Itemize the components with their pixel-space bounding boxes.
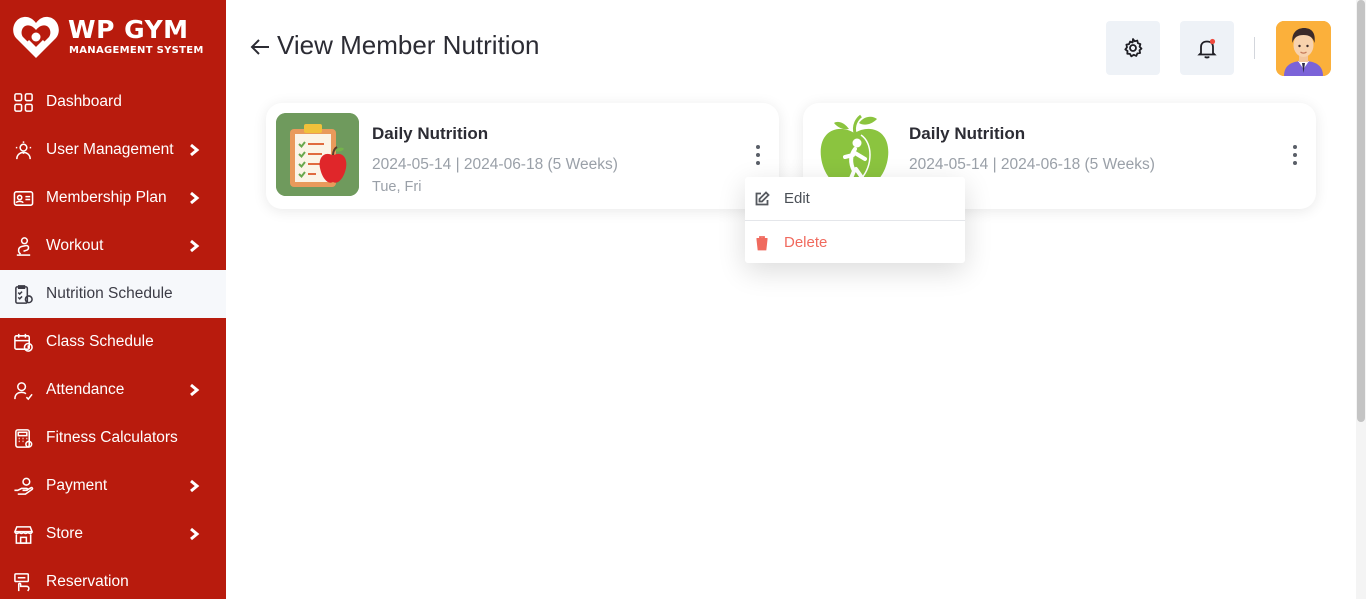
trash-icon [756,235,768,250]
chevron-right-icon [187,383,201,397]
delete-menu-item[interactable]: Delete [745,221,965,264]
id-card-icon [12,187,34,209]
sidebar-item-label: Workout [46,237,104,254]
gear-icon [1124,38,1143,58]
logo-heart-icon [13,16,59,58]
kebab-dot [1293,161,1297,165]
brand-name: WP GYM [68,15,189,44]
header-divider [1254,37,1255,59]
bell-icon [1197,38,1217,59]
avatar[interactable] [1276,21,1331,76]
sidebar-item-membership-plan[interactable]: Membership Plan [0,174,226,222]
sidebar-item-label: Payment [46,477,108,494]
sidebar-item-store[interactable]: Store [0,510,226,558]
page-title: View Member Nutrition [277,30,540,60]
kebab-dot [756,161,760,165]
sidebar-item-label: Store [46,525,84,542]
app-window: WP GYM MANAGEMENT SYSTEM Dashboard User … [0,0,1366,599]
chevron-right-icon [187,143,201,157]
workout-icon [12,235,34,257]
sidebar-item-payment[interactable]: Payment [0,462,226,510]
edit-menu-item[interactable]: Edit [745,177,965,220]
grid-icon [12,91,34,113]
delete-label: Delete [784,234,828,251]
hand-coin-icon [12,475,34,497]
kebab-dot [756,153,760,157]
more-options-button[interactable] [1289,145,1301,169]
card-dates: 2024-05-14 | 2024-06-18 (5 Weeks) [372,156,618,173]
sidebar-item-label: Dashboard [46,93,122,110]
brand-logo[interactable]: WP GYM MANAGEMENT SYSTEM [12,14,222,60]
card-days: Tue, Fri [372,179,422,195]
back-arrow-icon[interactable] [249,36,271,58]
sidebar-item-nutrition-schedule[interactable]: Nutrition Schedule [0,270,226,318]
edit-icon [755,190,770,205]
brand-subtitle: MANAGEMENT SYSTEM [69,45,204,56]
edit-label: Edit [784,190,810,207]
user-check-icon [12,379,34,401]
chevron-right-icon [187,191,201,205]
store-icon [12,523,34,545]
sidebar-item-label: Fitness Calculators [46,429,178,446]
sidebar-item-label: Attendance [46,381,125,398]
chevron-right-icon [187,479,201,493]
scrollbar-thumb[interactable] [1357,0,1365,422]
nutrition-card[interactable]: Daily Nutrition 2024-05-14 | 2024-06-18 … [266,103,779,209]
user-avatar-icon [1276,21,1331,76]
notifications-button[interactable] [1180,21,1234,75]
sidebar-item-reservation[interactable]: Reservation [0,558,226,599]
calculator-icon [12,427,34,449]
sidebar-item-label: Nutrition Schedule [46,285,173,302]
kebab-dot [1293,145,1297,149]
sidebar: WP GYM MANAGEMENT SYSTEM Dashboard User … [0,0,226,599]
sidebar-item-label: Reservation [46,573,129,590]
sidebar-item-user-management[interactable]: User Management [0,126,226,174]
sidebar-item-label: User Management [46,141,174,158]
sidebar-item-dashboard[interactable]: Dashboard [0,78,226,126]
users-gear-icon [12,139,34,161]
sidebar-item-fitness-calculators[interactable]: Fitness Calculators [0,414,226,462]
chevron-right-icon [187,527,201,541]
sidebar-nav: Dashboard User Management Membership Pla… [0,78,226,599]
sidebar-item-attendance[interactable]: Attendance [0,366,226,414]
more-options-button[interactable] [752,145,764,169]
settings-button[interactable] [1106,21,1160,75]
reservation-icon [12,571,34,593]
nutrition-icon [12,283,34,305]
card-options-menu: Edit Delete [745,177,965,263]
card-title: Daily Nutrition [372,124,489,143]
sidebar-item-label: Class Schedule [46,333,154,350]
kebab-dot [756,145,760,149]
sidebar-item-class-schedule[interactable]: Class Schedule [0,318,226,366]
chevron-right-icon [187,239,201,253]
kebab-dot [1293,153,1297,157]
clipboard-apple-icon [276,113,359,196]
sidebar-item-label: Membership Plan [46,189,167,206]
card-title: Daily Nutrition [909,124,1026,143]
calendar-clock-icon [12,331,34,353]
card-dates: 2024-05-14 | 2024-06-18 (5 Weeks) [909,156,1155,173]
sidebar-item-workout[interactable]: Workout [0,222,226,270]
